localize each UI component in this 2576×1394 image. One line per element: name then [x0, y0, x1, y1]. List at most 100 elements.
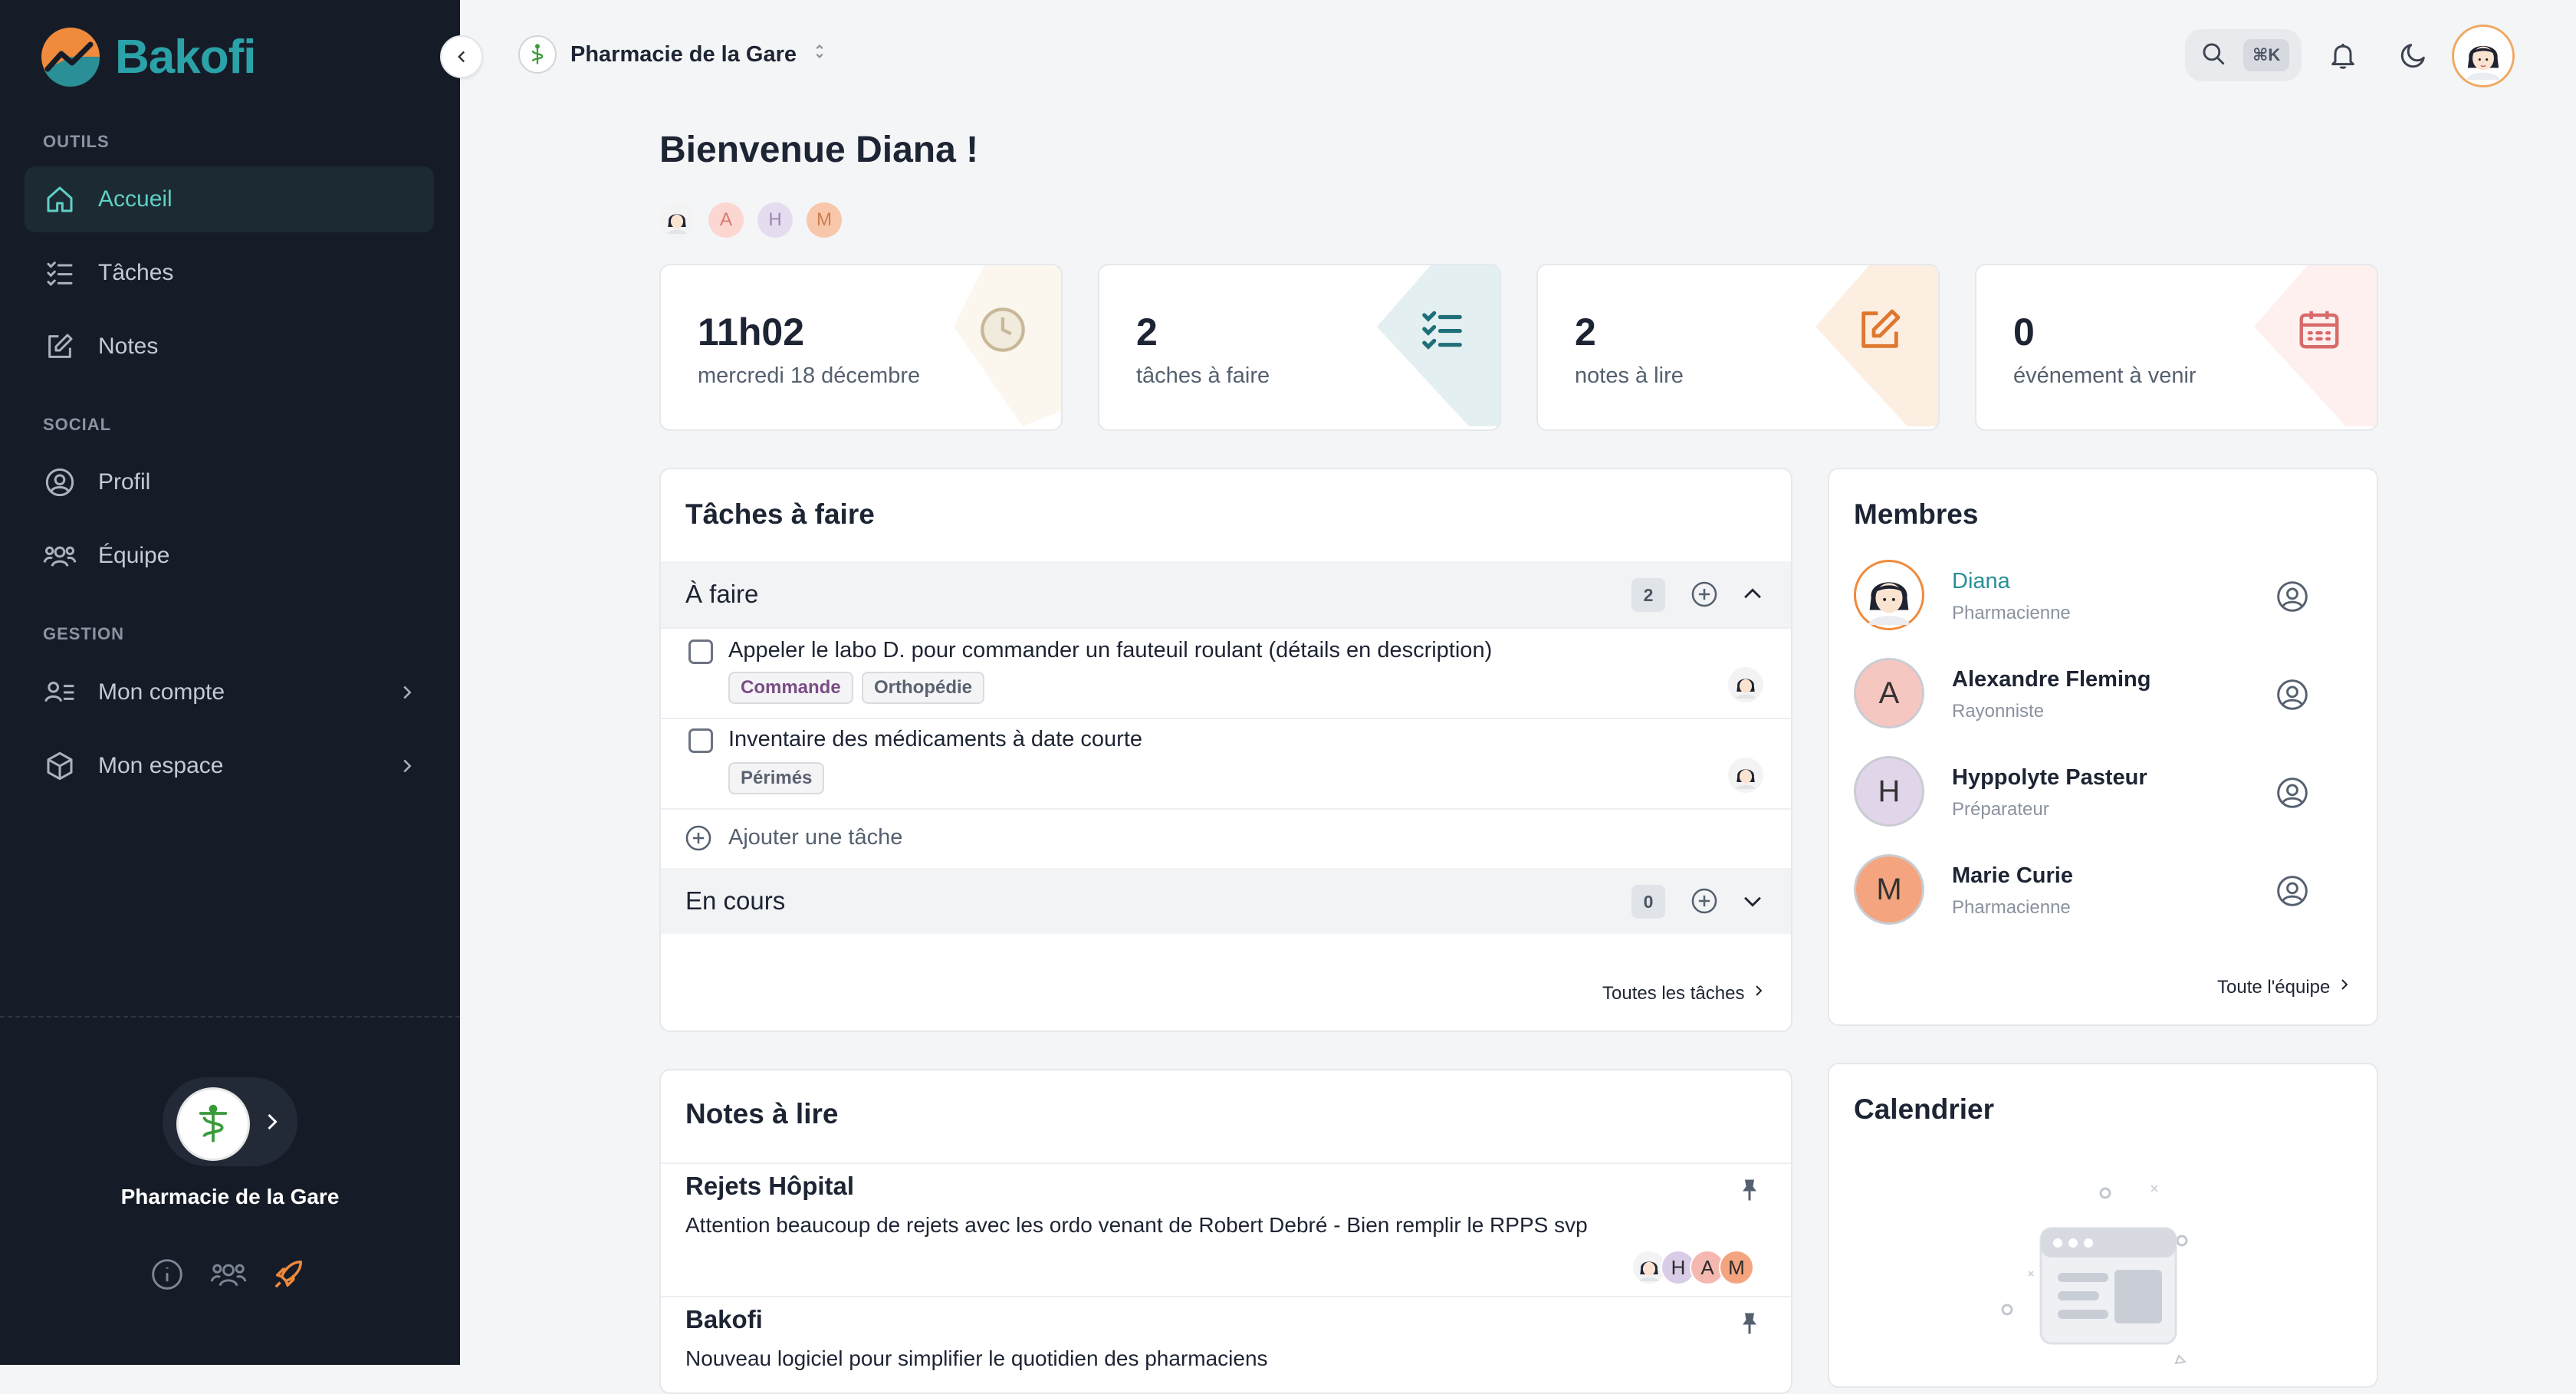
task-checkbox[interactable]	[688, 639, 713, 664]
collapse-sidebar-button[interactable]	[440, 35, 483, 78]
info-icon[interactable]	[150, 1258, 184, 1295]
sidebar-item-label: Accueil	[98, 186, 172, 212]
pin-icon[interactable]	[1736, 1308, 1763, 1343]
search-button[interactable]: ⌘K	[2185, 29, 2302, 81]
avatar[interactable]: H	[757, 202, 793, 238]
add-task-button[interactable]: Ajouter une tâche	[661, 808, 1791, 866]
chevron-right-icon	[2339, 975, 2350, 999]
checklist-icon	[1418, 305, 1466, 357]
user-circle-icon[interactable]	[2275, 874, 2309, 908]
chevron-right-icon	[1753, 981, 1764, 1005]
box-icon	[43, 749, 77, 783]
stat-label: mercredi 18 décembre	[698, 363, 921, 388]
chevron-left-icon	[458, 51, 465, 63]
task-group-en-cours[interactable]: En cours	[661, 868, 1791, 934]
task-tag: Périmés	[728, 762, 825, 794]
team-icon	[43, 539, 77, 573]
brand-logo[interactable]: Bakofi	[40, 26, 256, 87]
pharmacy-selector[interactable]: Pharmacie de la Gare	[518, 35, 827, 74]
notes-card: Notes à lire Rejets Hôpital Attention be…	[659, 1069, 1792, 1394]
task-row[interactable]: Appeler le labo D. pour commander un fau…	[661, 627, 1791, 718]
sidebar-item-profil[interactable]: Profil	[25, 449, 434, 515]
note-item[interactable]: Rejets Hôpital Attention beaucoup de rej…	[661, 1164, 1791, 1294]
chevron-right-icon[interactable]	[261, 1108, 284, 1139]
sidebar: Bakofi OUTILS Accueil Tâches Notes SOCIA…	[0, 0, 460, 1365]
note-title: Rejets Hôpital	[685, 1172, 855, 1200]
moon-icon[interactable]	[2398, 40, 2429, 74]
avatar: M	[1719, 1250, 1754, 1285]
members-card: Membres Diana Pharmacienne A Alexandre F…	[1828, 468, 2378, 1026]
empty-calendar-illustration	[2001, 1185, 2188, 1365]
sidebar-item-label: Notes	[98, 334, 159, 359]
caduceus-icon	[199, 1104, 228, 1142]
sidebar-item-label: Mon compte	[98, 679, 225, 705]
task-checkbox[interactable]	[688, 728, 713, 753]
brand-name: Bakofi	[115, 30, 256, 84]
note-item[interactable]: Bakofi Nouveau logiciel pour simplifier …	[661, 1297, 1791, 1389]
stat-card-tasks[interactable]: 2 tâches à faire	[1098, 264, 1501, 431]
all-team-link[interactable]: Toute l'équipe	[2217, 975, 2350, 999]
woman-avatar-icon	[1868, 582, 1911, 625]
chevron-down-icon[interactable]	[1739, 888, 1766, 918]
stat-value: 0	[2013, 311, 2035, 353]
avatar[interactable]	[1728, 758, 1763, 793]
stat-card-time: 11h02 mercredi 18 décembre	[659, 264, 1063, 431]
sidebar-item-accueil[interactable]: Accueil	[25, 166, 434, 232]
avatar[interactable]	[659, 202, 695, 238]
note-title: Bakofi	[685, 1305, 763, 1333]
task-group-a-faire[interactable]: À faire	[661, 561, 1791, 627]
add-circle-icon[interactable]	[1690, 580, 1719, 613]
avatar[interactable]	[1728, 667, 1763, 702]
edit-note-icon	[43, 330, 77, 363]
section-label-gestion: GESTION	[43, 624, 125, 643]
user-circle-icon[interactable]	[2275, 678, 2309, 712]
user-avatar[interactable]	[2452, 25, 2515, 87]
calendar-card: Calendrier	[1828, 1063, 2378, 1388]
avatar[interactable]: H	[1854, 756, 1924, 827]
member-name[interactable]: Hyppolyte Pasteur	[1952, 765, 2147, 791]
sidebar-item-notes[interactable]: Notes	[25, 314, 434, 380]
avatar[interactable]: M	[1854, 854, 1924, 925]
bell-icon[interactable]	[2328, 40, 2358, 74]
task-row[interactable]: Inventaire des médicaments à date courte…	[661, 718, 1791, 808]
avatar[interactable]: A	[708, 202, 744, 238]
sidebar-item-equipe[interactable]: Équipe	[25, 523, 434, 589]
stat-value: 11h02	[698, 311, 805, 353]
team-icon[interactable]	[210, 1258, 247, 1295]
pharmacy-selector-label: Pharmacie de la Gare	[570, 41, 797, 67]
search-icon	[2200, 41, 2226, 71]
note-text: Attention beaucoup de rejets avec les or…	[685, 1213, 1588, 1237]
member-name[interactable]: Marie Curie	[1952, 863, 2073, 889]
sidebar-item-mon-compte[interactable]: Mon compte	[25, 659, 434, 725]
pin-icon[interactable]	[1736, 1175, 1763, 1209]
user-circle-icon[interactable]	[2275, 580, 2309, 613]
tasks-card-title: Tâches à faire	[685, 498, 875, 530]
avatar[interactable]	[1854, 560, 1924, 630]
all-tasks-link-label: Toutes les tâches	[1602, 982, 1745, 1004]
avatar[interactable]: A	[1854, 658, 1924, 728]
member-name[interactable]: Diana	[1952, 569, 2010, 594]
add-task-label: Ajouter une tâche	[728, 825, 903, 850]
all-tasks-link[interactable]: Toutes les tâches	[1602, 981, 1764, 1005]
sidebar-item-taches[interactable]: Tâches	[25, 240, 434, 306]
chevron-up-icon[interactable]	[1739, 581, 1766, 611]
user-circle-icon[interactable]	[2275, 776, 2309, 810]
rocket-icon[interactable]	[271, 1256, 307, 1295]
section-label-social: SOCIAL	[43, 415, 112, 434]
sidebar-item-label: Tâches	[98, 260, 174, 285]
clock-icon	[978, 305, 1027, 358]
stat-card-notes[interactable]: 2 notes à lire	[1536, 264, 1940, 431]
sidebar-item-mon-espace[interactable]: Mon espace	[25, 733, 434, 799]
member-name[interactable]: Alexandre Fleming	[1952, 667, 2150, 692]
stat-card-events[interactable]: 0 événement à venir	[1975, 264, 2378, 431]
chevron-right-icon	[397, 755, 417, 784]
avatar[interactable]: M	[807, 202, 842, 238]
task-tag: Orthopédie	[862, 672, 985, 704]
checklist-icon	[43, 256, 77, 290]
stat-label: événement à venir	[2013, 363, 2196, 388]
count-badge: 2	[1631, 578, 1665, 612]
shortcut-badge: ⌘K	[2243, 39, 2290, 71]
add-circle-icon[interactable]	[1690, 886, 1719, 919]
task-text: Inventaire des médicaments à date courte	[728, 727, 1143, 751]
pharmacy-logo[interactable]	[176, 1087, 250, 1161]
